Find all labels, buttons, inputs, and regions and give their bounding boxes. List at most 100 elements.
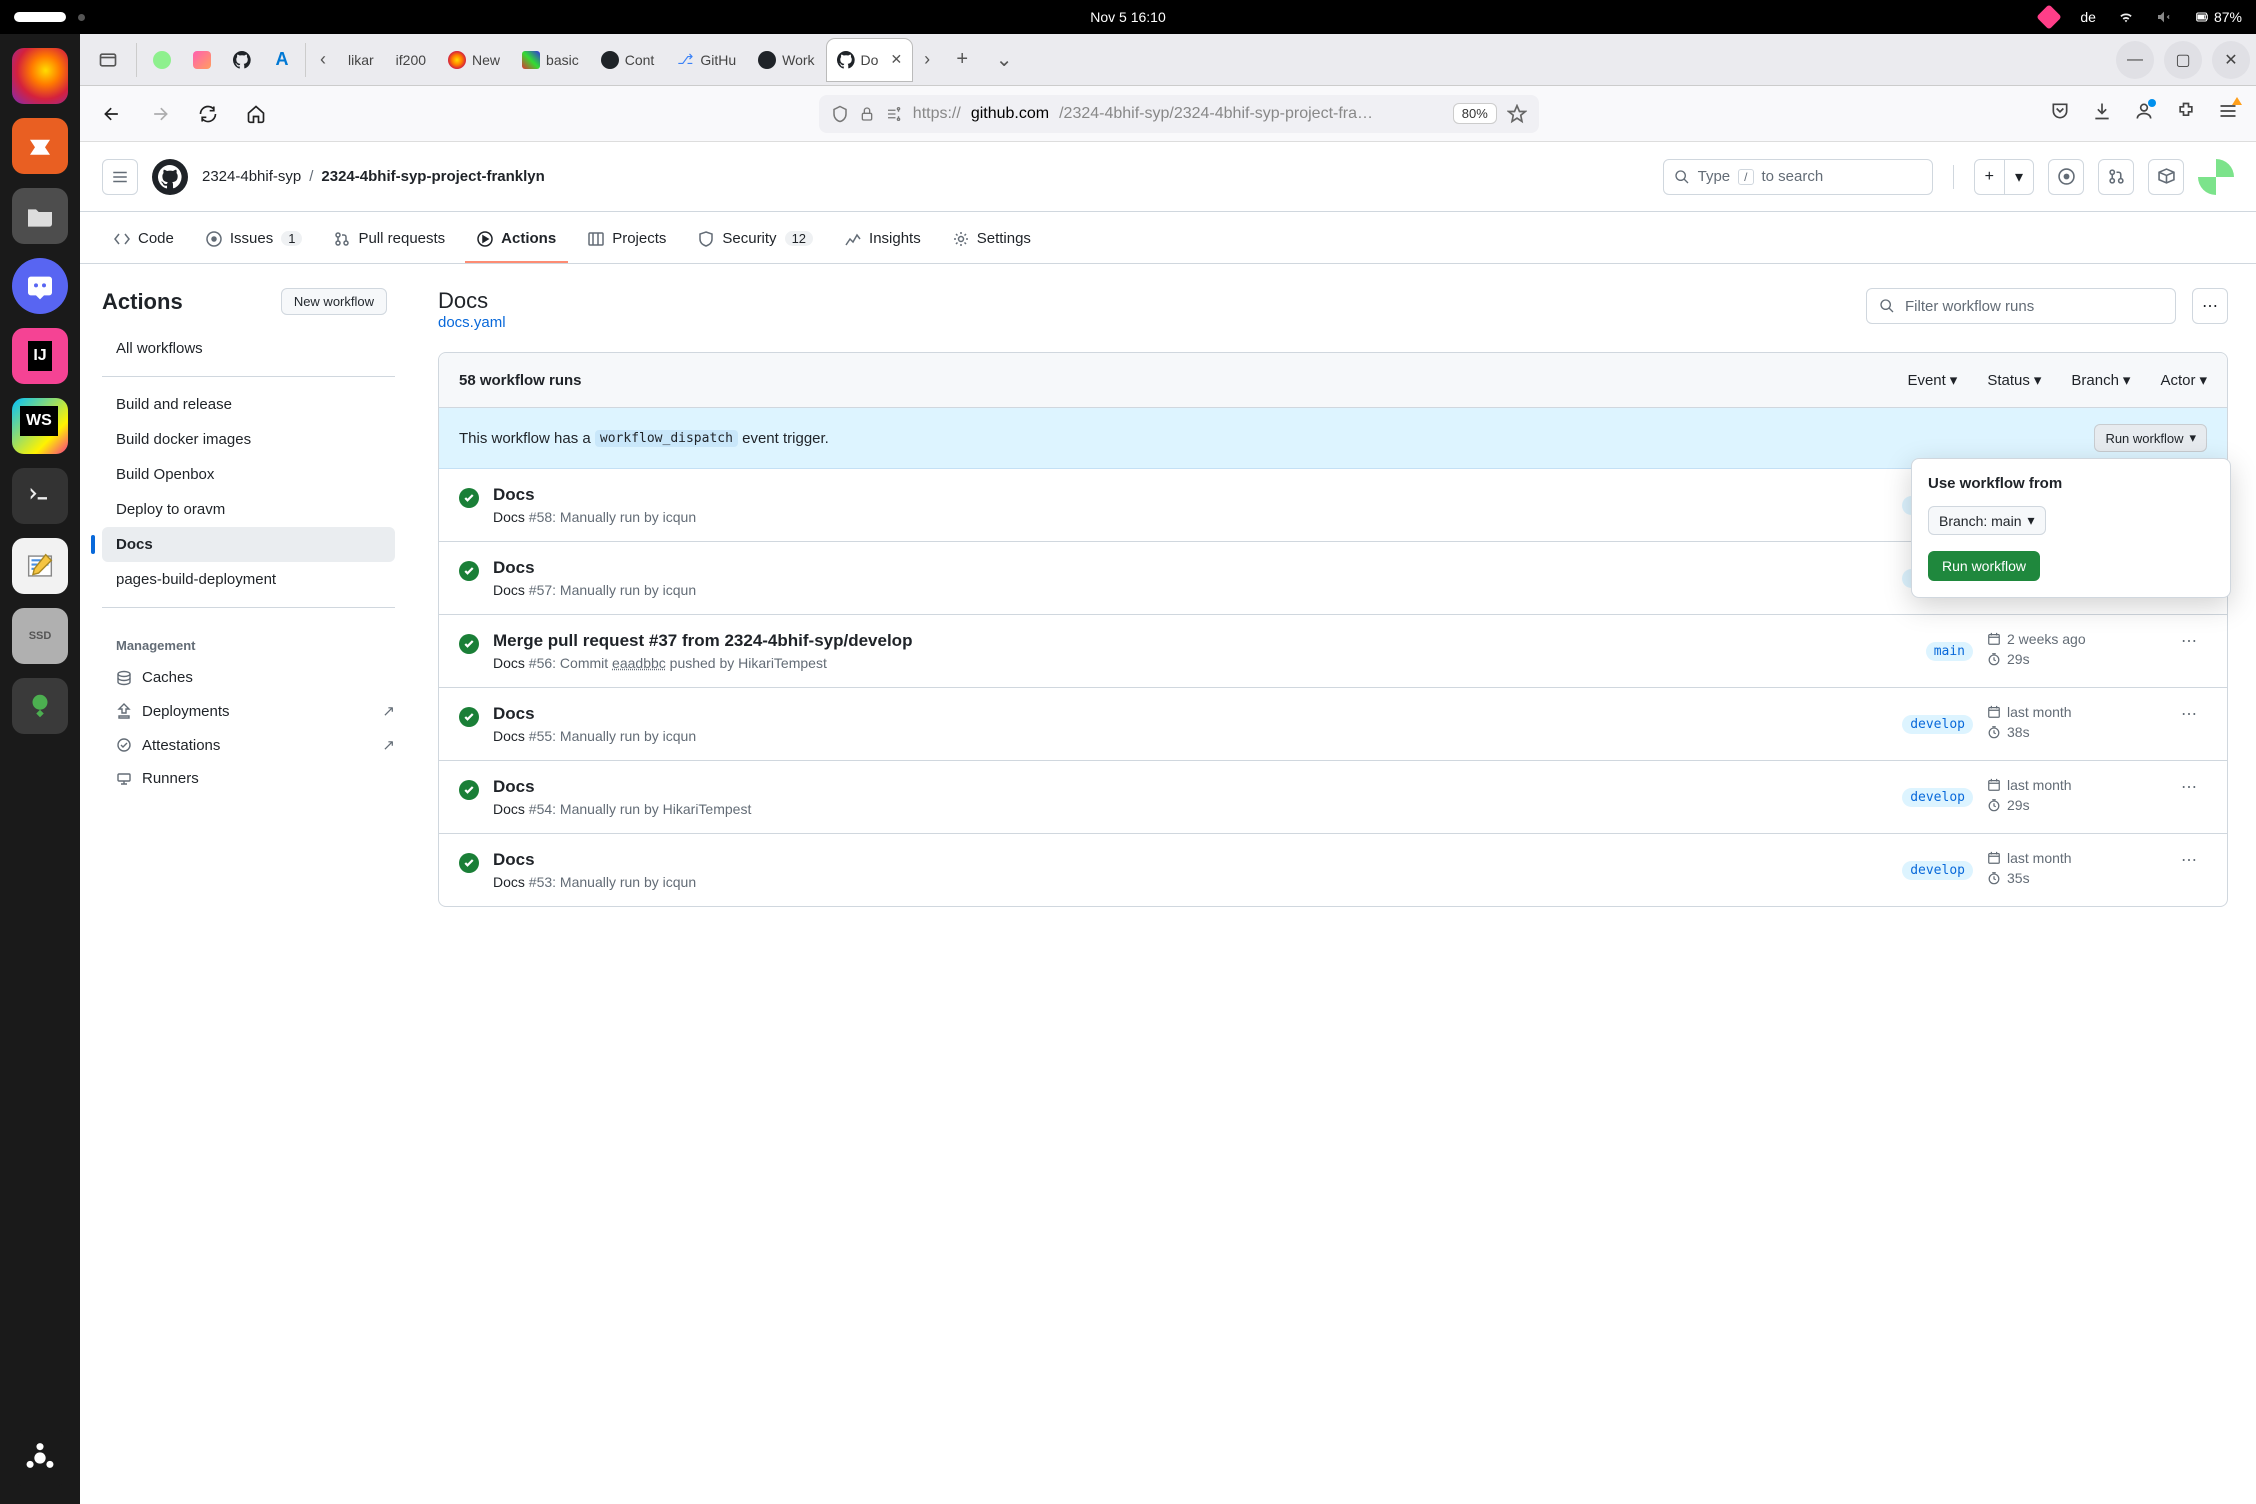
filter-runs-input[interactable]: Filter workflow runs <box>1866 288 2176 324</box>
github-logo[interactable] <box>152 159 188 195</box>
keyboard-layout[interactable]: de <box>2080 9 2096 25</box>
new-workflow-button[interactable]: New workflow <box>281 288 387 315</box>
nav-security[interactable]: Security12 <box>686 220 825 263</box>
branch-tag[interactable]: main <box>1926 642 1973 661</box>
dock-show-apps[interactable] <box>12 1430 68 1486</box>
branch-tag[interactable]: develop <box>1902 788 1973 807</box>
nav-settings[interactable]: Settings <box>941 220 1043 263</box>
tab-list-button[interactable]: ⌄ <box>984 40 1024 80</box>
run-row[interactable]: Merge pull request #37 from 2324-4bhif-s… <box>439 615 2227 688</box>
forward-button[interactable] <box>146 100 174 128</box>
mgmt-runners[interactable]: Runners <box>102 762 409 795</box>
downloads-icon[interactable] <box>2092 101 2112 126</box>
dock-text-editor[interactable] <box>12 538 68 594</box>
filter-event[interactable]: Event ▾ <box>1907 371 1957 389</box>
sidebar-wf-0[interactable]: Build and release <box>102 387 395 422</box>
reload-button[interactable] <box>194 100 222 128</box>
zoom-indicator[interactable]: 80% <box>1453 103 1497 124</box>
branch-tag[interactable]: develop <box>1902 861 1973 880</box>
filter-branch[interactable]: Branch ▾ <box>2071 371 2130 389</box>
dock-firefox[interactable] <box>12 48 68 104</box>
back-button[interactable] <box>98 100 126 128</box>
app-indicator-icon[interactable] <box>2037 4 2062 29</box>
volume-muted-icon[interactable] <box>2156 9 2172 25</box>
clock[interactable]: Nov 5 16:10 <box>1090 9 1166 25</box>
pull-requests-tray-icon[interactable] <box>2098 159 2134 195</box>
workflow-yaml-link[interactable]: docs.yaml <box>438 314 506 331</box>
notifications-icon[interactable] <box>2148 159 2184 195</box>
new-tab-button[interactable]: + <box>942 40 982 80</box>
create-new-dropdown[interactable]: +▾ <box>1974 159 2034 195</box>
window-minimize[interactable]: — <box>2116 41 2154 79</box>
tab-scroll-left[interactable]: ‹ <box>310 49 336 70</box>
dock-ubuntu-software[interactable] <box>12 118 68 174</box>
run-menu-button[interactable]: ⋯ <box>2171 850 2207 870</box>
tab-7-active[interactable]: Do ✕ <box>827 39 913 81</box>
run-menu-button[interactable]: ⋯ <box>2171 777 2207 797</box>
sidebar-wf-3[interactable]: Deploy to oravm <box>102 492 395 527</box>
mgmt-attestations[interactable]: Attestations↗ <box>102 728 409 762</box>
app-menu-icon[interactable] <box>2218 101 2238 126</box>
sidebar-all-workflows[interactable]: All workflows <box>102 331 395 366</box>
bookmark-star-icon[interactable] <box>1507 104 1527 124</box>
dock-intellij[interactable]: IJ <box>12 328 68 384</box>
nav-issues[interactable]: Issues1 <box>194 220 315 263</box>
tab-3[interactable]: basic <box>512 39 589 81</box>
activities-pill[interactable] <box>14 12 66 22</box>
nav-actions[interactable]: Actions <box>465 220 568 263</box>
extensions-icon[interactable] <box>2176 101 2196 126</box>
sidebar-toggle-icon[interactable] <box>86 38 130 82</box>
hamburger-menu[interactable] <box>102 159 138 195</box>
run-menu-button[interactable]: ⋯ <box>2171 704 2207 724</box>
dock-webstorm[interactable] <box>12 398 68 454</box>
tab-1[interactable]: if200 <box>386 39 436 81</box>
close-tab-icon[interactable]: ✕ <box>890 51 902 68</box>
window-close[interactable]: ✕ <box>2212 41 2250 79</box>
run-row[interactable]: Docs Docs #54: Manually run by HikariTem… <box>439 761 2227 834</box>
tab-0[interactable]: likar <box>338 39 384 81</box>
sidebar-wf-5[interactable]: pages-build-deployment <box>102 562 395 597</box>
pocket-icon[interactable] <box>2050 101 2070 126</box>
pinned-tab-1[interactable] <box>143 39 181 81</box>
pinned-tab-4[interactable]: A <box>263 39 301 81</box>
nav-insights[interactable]: Insights <box>833 220 933 263</box>
home-button[interactable] <box>242 100 270 128</box>
window-maximize[interactable]: ▢ <box>2164 41 2202 79</box>
sidebar-wf-4[interactable]: Docs <box>102 527 395 562</box>
tab-scroll-right[interactable]: › <box>914 49 940 70</box>
run-row[interactable]: Docs Docs #55: Manually run by icqun dev… <box>439 688 2227 761</box>
sidebar-wf-2[interactable]: Build Openbox <box>102 457 395 492</box>
workflow-menu-button[interactable]: ⋯ <box>2192 288 2228 324</box>
filter-actor[interactable]: Actor ▾ <box>2160 371 2207 389</box>
issues-tray-icon[interactable] <box>2048 159 2084 195</box>
filter-status[interactable]: Status ▾ <box>1987 371 2041 389</box>
pinned-tab-2[interactable] <box>183 39 221 81</box>
breadcrumb-repo[interactable]: 2324-4bhif-syp-project-franklyn <box>321 168 544 185</box>
global-search[interactable]: Type / to search <box>1663 159 1933 195</box>
pinned-tab-3[interactable] <box>223 39 261 81</box>
nav-code[interactable]: Code <box>102 220 186 263</box>
dock-discord[interactable] <box>12 258 68 314</box>
dock-terminal[interactable] <box>12 468 68 524</box>
run-menu-button[interactable]: ⋯ <box>2171 631 2207 651</box>
dock-trash[interactable] <box>12 678 68 734</box>
mgmt-deployments[interactable]: Deployments↗ <box>102 694 409 728</box>
breadcrumb-owner[interactable]: 2324-4bhif-syp <box>202 168 301 185</box>
sidebar-wf-1[interactable]: Build docker images <box>102 422 395 457</box>
tab-2[interactable]: New <box>438 39 510 81</box>
mgmt-caches[interactable]: Caches <box>102 661 409 694</box>
dock-ssd-drive[interactable]: SSD <box>12 608 68 664</box>
run-workflow-dropdown-button[interactable]: Run workflow ▾ <box>2094 424 2207 452</box>
address-bar[interactable]: https://github.com/2324-4bhif-syp/2324-4… <box>819 95 1539 133</box>
battery-indicator[interactable]: 87% <box>2194 9 2242 25</box>
run-workflow-submit-button[interactable]: Run workflow <box>1928 551 2040 581</box>
nav-projects[interactable]: Projects <box>576 220 678 263</box>
nav-pulls[interactable]: Pull requests <box>322 220 457 263</box>
tab-6[interactable]: Work <box>748 39 824 81</box>
branch-selector[interactable]: Branch: main ▾ <box>1928 506 2046 535</box>
user-avatar[interactable] <box>2198 159 2234 195</box>
dock-files[interactable] <box>12 188 68 244</box>
run-row[interactable]: Docs Docs #53: Manually run by icqun dev… <box>439 834 2227 906</box>
tab-5[interactable]: ⎇GitHu <box>666 39 746 81</box>
tab-4[interactable]: Cont <box>591 39 665 81</box>
